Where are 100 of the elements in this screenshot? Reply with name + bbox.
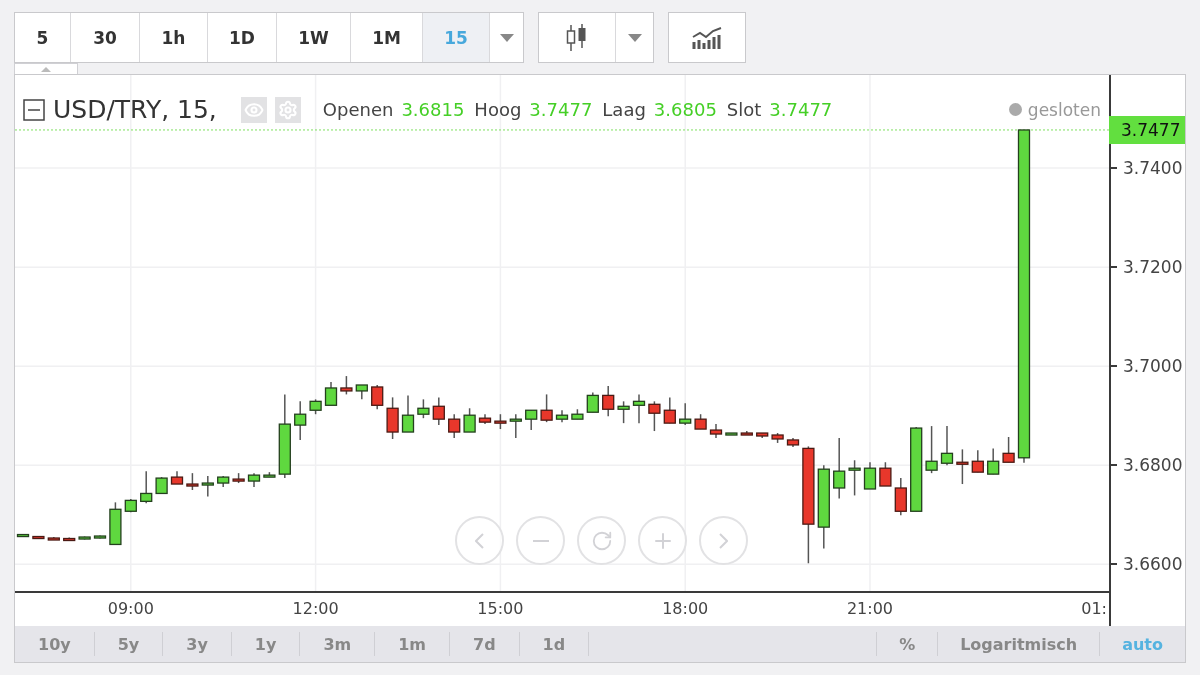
candle	[263, 471, 276, 478]
candle	[170, 470, 184, 485]
candle	[186, 472, 199, 491]
ohlc-value: 3.6815	[401, 99, 465, 120]
candle	[663, 396, 676, 424]
time-label: 15:00	[477, 599, 524, 618]
chevron-left-icon	[475, 532, 484, 549]
last-price-tag: 3.7477	[1109, 115, 1185, 144]
scale-button[interactable]: Logaritmisch	[937, 632, 1100, 656]
candle	[971, 449, 984, 473]
candle	[47, 536, 60, 541]
candle	[386, 396, 399, 440]
reset-button[interactable]	[577, 516, 626, 565]
settings-icon[interactable]	[274, 96, 301, 123]
candle	[740, 430, 753, 436]
caret-up-icon	[41, 66, 51, 72]
candle	[417, 398, 430, 419]
scale-button[interactable]: auto	[1099, 632, 1185, 656]
collapse-tab[interactable]	[14, 63, 78, 74]
interval-button[interactable]: 15	[423, 13, 490, 62]
candle	[371, 384, 384, 410]
candle	[848, 459, 861, 497]
time-label: 01:	[1081, 599, 1107, 618]
candle	[32, 535, 45, 540]
rotate-icon	[590, 529, 613, 552]
candle	[294, 400, 307, 441]
collapse-icon[interactable]	[23, 98, 45, 121]
ohlc-value: 3.6805	[653, 99, 717, 120]
candle	[956, 448, 969, 485]
time-label: 12:00	[292, 599, 339, 618]
ohlc-label: Slot	[726, 99, 762, 120]
candle	[540, 393, 553, 423]
candle	[124, 498, 137, 513]
price-label: 3.6600	[1123, 554, 1183, 575]
market-status: gesloten	[1027, 99, 1101, 120]
candle	[463, 407, 476, 433]
range-button[interactable]: 1d	[519, 632, 590, 656]
candle	[247, 472, 261, 488]
candle	[725, 432, 738, 436]
candle	[78, 535, 91, 541]
candle	[555, 409, 569, 423]
candle	[571, 408, 584, 420]
range-button[interactable]: 3m	[300, 632, 376, 656]
scroll-left-button[interactable]	[455, 516, 504, 565]
zoom-in-button[interactable]	[638, 516, 687, 565]
candle	[432, 396, 445, 426]
caret-icon	[627, 33, 642, 42]
scale-button[interactable]: %	[876, 632, 938, 656]
caret-icon	[499, 33, 514, 42]
candle	[894, 477, 907, 516]
candle	[232, 472, 245, 484]
range-button[interactable]: 7d	[450, 632, 520, 656]
price-label: 3.7000	[1123, 356, 1183, 377]
symbol-title: USD/TRY, 15,	[53, 95, 217, 124]
chevron-right-icon	[719, 532, 728, 549]
bar-chart-icon	[691, 26, 723, 49]
range-button[interactable]: 10y	[15, 632, 95, 656]
status-dot	[1008, 103, 1022, 116]
price-label: 3.6800	[1123, 455, 1183, 476]
price-label: 3.7200	[1123, 257, 1183, 278]
candle	[340, 375, 353, 396]
candle	[217, 475, 230, 488]
candlestick-icon	[566, 22, 588, 53]
candle	[632, 393, 646, 424]
minus-icon	[532, 539, 549, 542]
candle	[694, 413, 707, 430]
candle	[786, 437, 800, 448]
time-label: 09:00	[107, 599, 154, 618]
candle	[879, 461, 892, 487]
range-button[interactable]: 1m	[375, 632, 450, 656]
candle	[833, 437, 846, 500]
candle	[401, 394, 415, 433]
range-button[interactable]: 1y	[231, 632, 301, 656]
candle	[1002, 436, 1015, 463]
candle	[478, 413, 492, 425]
range-button[interactable]: 3y	[163, 632, 232, 656]
candle	[940, 425, 954, 466]
time-label: 21:00	[846, 599, 894, 618]
candle	[617, 400, 630, 424]
candle	[494, 413, 507, 430]
candle	[16, 533, 30, 538]
candle	[93, 534, 107, 540]
eye-icon[interactable]	[240, 96, 267, 123]
price-label: 3.7400	[1123, 158, 1183, 179]
ohlc-label: Hoog	[474, 99, 522, 120]
candle	[648, 400, 661, 432]
candle	[679, 402, 692, 426]
ohlc-value: 3.7477	[769, 99, 833, 120]
candle	[925, 425, 938, 474]
zoom-out-button[interactable]	[516, 516, 565, 565]
time-label: 18:00	[662, 599, 709, 618]
candle	[709, 423, 723, 439]
ohlc-label: Openen	[322, 99, 394, 120]
scroll-right-button[interactable]	[699, 516, 748, 565]
candle	[602, 385, 615, 417]
candle	[863, 461, 877, 490]
candle	[355, 384, 368, 401]
range-button[interactable]: 5y	[94, 632, 164, 656]
ohlc-value: 3.7477	[529, 99, 593, 120]
candle	[771, 432, 784, 444]
